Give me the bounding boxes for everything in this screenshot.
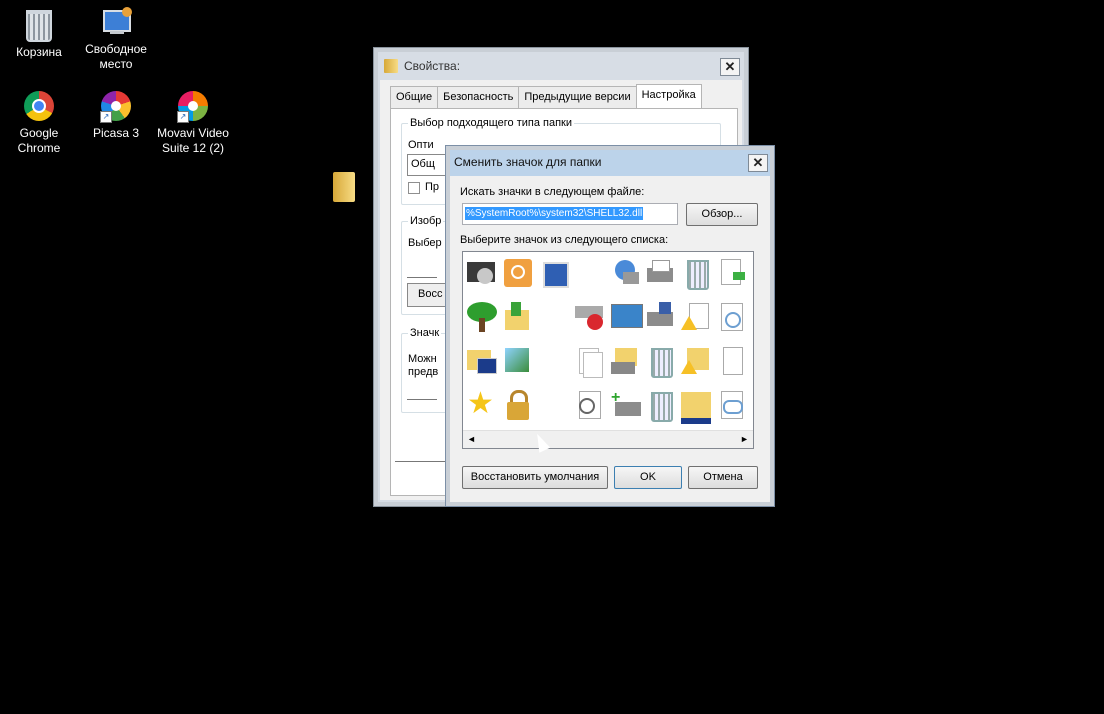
network-drive-icon[interactable] (715, 388, 749, 422)
network-search-icon[interactable] (609, 256, 643, 290)
key-icon[interactable] (501, 256, 535, 290)
apply-subfolders-label: Пр (425, 181, 440, 193)
desktop-icon-chrome[interactable]: Google Chrome (1, 90, 77, 156)
picasa-icon: ↗ (100, 91, 132, 123)
icons-description-line1: Можн (408, 353, 437, 365)
chrome-icon (23, 91, 55, 123)
close-button[interactable]: ✕ (748, 154, 768, 172)
folder-icon[interactable] (333, 172, 355, 202)
documents-icon[interactable] (573, 344, 607, 378)
change-icon-dialog: Сменить значок для папки ✕ Искать значки… (445, 145, 775, 507)
browse-button[interactable]: Обзор... (686, 203, 758, 226)
recycle-bin-full-icon[interactable] (643, 344, 677, 378)
briefcase-folder-icon[interactable] (679, 388, 713, 424)
group-title: Изобр (408, 215, 444, 227)
folder-printer-icon[interactable] (609, 344, 643, 378)
control-panel-icon[interactable] (609, 300, 643, 334)
tab-security[interactable]: Безопасность (437, 86, 520, 108)
icons-description-line2: предв (408, 366, 439, 378)
shortcut-arrow-icon: ↗ (100, 111, 112, 123)
recycle-bin-icon[interactable] (679, 256, 713, 290)
close-icon: ✕ (752, 155, 764, 170)
desktop-icon-label: Корзина (16, 45, 62, 59)
folder-computer-icon[interactable] (465, 344, 499, 378)
folder-up-icon[interactable] (501, 300, 535, 334)
folder-icon (384, 59, 398, 73)
warning-file-icon[interactable] (679, 300, 713, 334)
folder-type-select[interactable]: Общ (407, 154, 449, 176)
ok-button[interactable]: OK (614, 466, 682, 489)
close-icon: ✕ (724, 59, 736, 74)
close-button[interactable]: ✕ (720, 58, 740, 76)
properties-titlebar[interactable]: Свойства: ✕ (380, 54, 742, 78)
window-title: Свойства: (404, 59, 461, 73)
icon-file-path-input[interactable]: %SystemRoot%\system32\SHELL32.dll (462, 203, 678, 225)
divider (407, 399, 437, 400)
desktop-icon-label: Movavi Video Suite 12 (2) (157, 126, 229, 155)
dialog-title: Сменить значок для папки (454, 155, 602, 169)
computer-icon (100, 7, 132, 39)
icon-list[interactable]: ★ + ◄ ► (462, 251, 754, 449)
tab-general[interactable]: Общие (390, 86, 439, 108)
warning-folder-icon[interactable] (679, 344, 713, 378)
drive-icon[interactable] (465, 256, 499, 290)
restore-default-button[interactable]: Восс (407, 283, 449, 307)
desktop-icon-label: Свободное место (85, 42, 147, 71)
apply-subfolders-checkbox[interactable] (408, 182, 420, 194)
desktop-icon-label: Google Chrome (17, 126, 61, 155)
desktop: { "desktop": { "icons": [ {"label": "Кор… (0, 0, 1104, 714)
group-title: Значк (408, 327, 442, 339)
icon-list-scrollbar[interactable]: ◄ ► (463, 430, 753, 448)
tree-icon[interactable] (465, 300, 499, 334)
desktop-icon-label: Picasa 3 (92, 126, 140, 140)
search-file-label: Искать значки в следующем файле: (460, 186, 645, 198)
text-file-icon[interactable] (715, 344, 749, 378)
find-file-icon[interactable] (573, 388, 607, 422)
star-icon[interactable]: ★ (465, 388, 499, 422)
choose-file-label: Выбер (408, 237, 442, 249)
help-printer-icon[interactable] (573, 300, 607, 334)
recycle-bin-empty-icon[interactable] (643, 388, 677, 422)
tab-previous-versions[interactable]: Предыдущие версии (518, 86, 637, 108)
desktop-icon-free-space[interactable]: Свободное место (78, 7, 154, 72)
change-icon-body: Искать значки в следующем файле: %System… (450, 176, 770, 502)
scroll-left-button[interactable]: ◄ (464, 432, 479, 447)
tab-customize[interactable]: Настройка (635, 84, 702, 108)
desktop-icon-picasa[interactable]: ↗ Picasa 3 (78, 90, 154, 141)
lock-icon[interactable] (501, 388, 535, 422)
printer-icon[interactable] (643, 256, 677, 290)
file-move-icon[interactable] (715, 256, 749, 290)
picture-icon[interactable] (501, 344, 535, 378)
restore-defaults-button[interactable]: Восстановить умолчания (462, 466, 608, 489)
cancel-button[interactable]: Отмена (688, 466, 758, 489)
desktop-icon-recycle-bin[interactable]: Корзина (1, 7, 77, 60)
desktop-icon-movavi[interactable]: ↗ Movavi Video Suite 12 (2) (155, 90, 231, 156)
tab-strip: Общие Безопасность Предыдущие версии Нас… (390, 84, 702, 108)
change-icon-titlebar[interactable]: Сменить значок для папки ✕ (450, 150, 770, 174)
settings-file-icon[interactable] (715, 300, 749, 334)
icon-list-label: Выберите значок из следующего списка: (460, 234, 669, 246)
icon-file-path-value: %SystemRoot%\system32\SHELL32.dll (465, 207, 644, 220)
shortcut-arrow-icon: ↗ (177, 111, 189, 123)
restore-default-label: Восс (418, 288, 443, 300)
group-title: Выбор подходящего типа папки (408, 117, 575, 129)
divider (395, 461, 445, 462)
add-printer-icon[interactable]: + (609, 388, 643, 422)
folder-type-value: Общ (411, 158, 435, 170)
scroll-right-button[interactable]: ► (737, 432, 752, 447)
divider (407, 277, 437, 278)
recycle-bin-icon (23, 10, 55, 42)
optimize-label: Опти (408, 139, 434, 151)
movavi-icon: ↗ (177, 91, 209, 123)
program-window-icon[interactable] (537, 256, 571, 290)
print-save-icon[interactable] (643, 300, 677, 334)
